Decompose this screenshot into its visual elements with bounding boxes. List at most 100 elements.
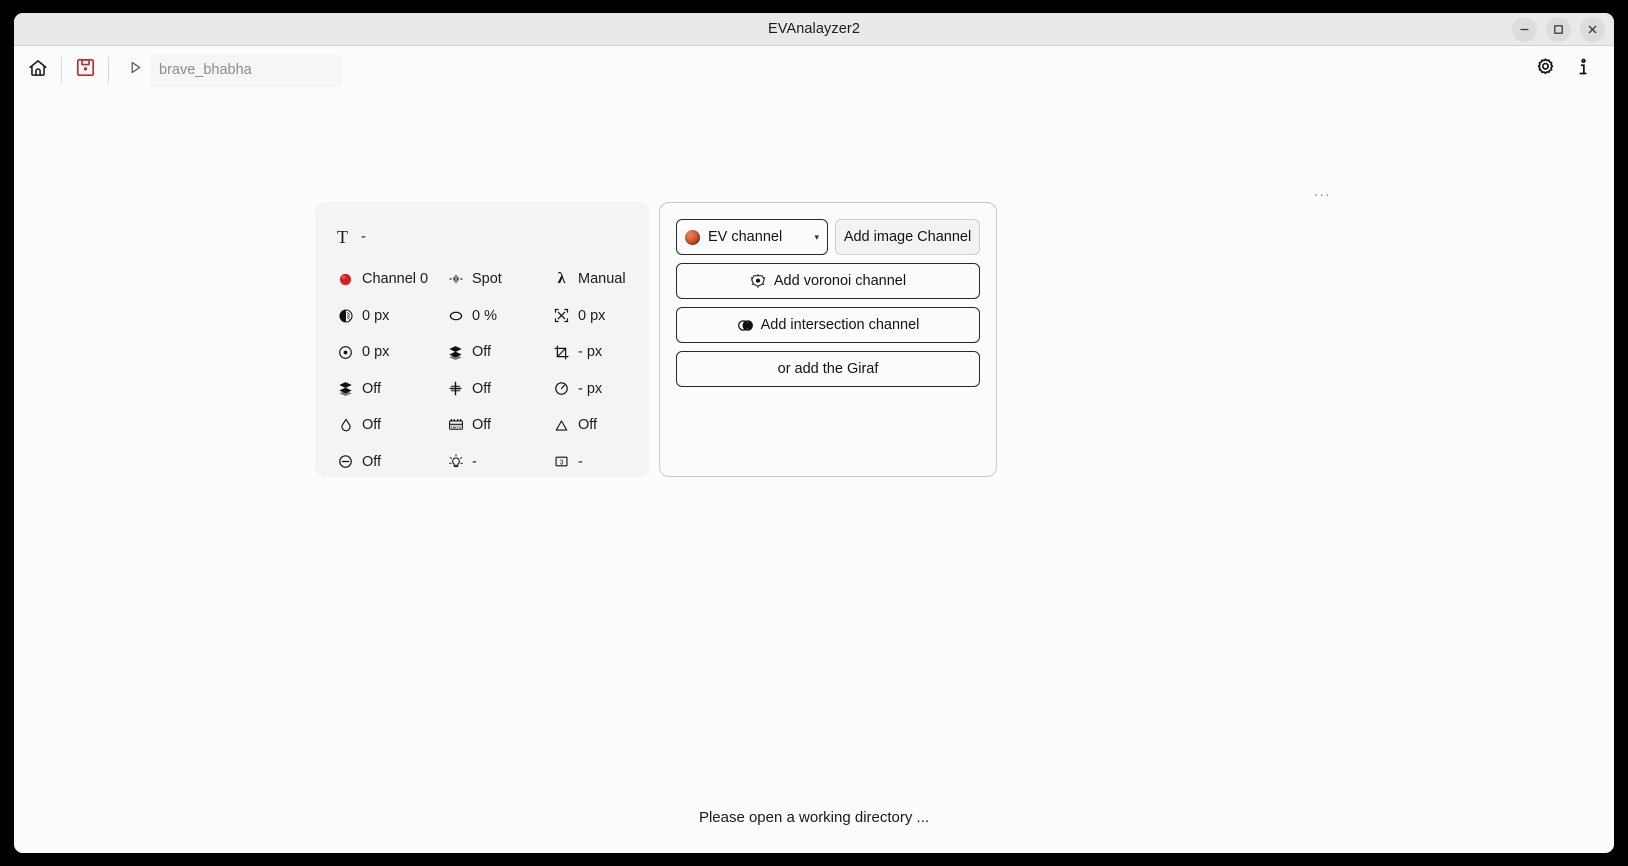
info-item-value: Off	[472, 344, 492, 361]
info-item-divide: Off	[447, 371, 553, 408]
add-giraf-button[interactable]: or add the Giraf	[676, 351, 980, 387]
info-item-ellipse: 0 %	[447, 298, 553, 335]
info-item-value: Channel 0	[362, 271, 429, 288]
info-icon	[1573, 57, 1594, 83]
add-intersection-channel-button[interactable]: Add intersection channel	[676, 307, 980, 343]
add-voronoi-channel-button[interactable]: Add voronoi channel	[676, 263, 980, 299]
info-item-crop: - px	[553, 334, 627, 371]
ellipse-icon	[447, 307, 464, 324]
info-item-spot: Spot	[447, 261, 553, 298]
triangle-icon	[553, 417, 570, 434]
info-item-stack-2: Off	[337, 371, 447, 408]
add-intersection-channel-label: Add intersection channel	[760, 317, 920, 333]
window-controls	[1512, 13, 1605, 46]
info-item-value: - px	[578, 380, 603, 397]
info-item-value: Off	[362, 380, 382, 397]
info-item-triangle: Off	[553, 407, 627, 444]
red-circle-icon	[337, 271, 354, 288]
toolbar-left-group: brave_bhabha	[20, 52, 342, 88]
info-item-droplet: Off	[337, 407, 447, 444]
half-filled-circle-icon	[337, 307, 354, 324]
droplet-icon	[337, 417, 354, 434]
svg-text:3: 3	[560, 460, 564, 467]
info-item-half-circle: 0 px	[337, 298, 447, 335]
info-item-number-box: 3 -	[553, 444, 627, 481]
info-item-value: -	[578, 453, 583, 470]
stack-layers-icon	[447, 344, 464, 361]
info-item-value: 0 %	[472, 307, 497, 324]
info-item-value: Spot	[472, 271, 502, 288]
lambda-icon: λ	[557, 270, 566, 288]
resize-corners-icon	[553, 307, 570, 324]
info-panel-title-value: -	[361, 229, 366, 245]
divide-icon	[447, 380, 464, 397]
info-item-threshold-mode: λ Manual	[553, 261, 627, 298]
number-box-icon: 3	[553, 453, 570, 470]
minus-circle-icon	[337, 453, 354, 470]
add-voronoi-channel-label: Add voronoi channel	[773, 273, 907, 289]
channel-type-row: EV channel ▾ Add image Channel	[676, 219, 980, 255]
info-item-target: 0 px	[337, 334, 447, 371]
info-item-value: -	[472, 453, 477, 470]
info-item-keyboard: Off	[447, 407, 553, 444]
intersection-icon	[737, 317, 754, 334]
channel-type-select[interactable]: EV channel ▾	[676, 219, 828, 255]
info-item-value: Off	[578, 417, 598, 434]
keyboard-icon	[447, 417, 464, 434]
window-title: EVAnalayzer2	[767, 21, 860, 37]
lightbulb-icon	[447, 453, 464, 470]
info-panel-title-row: T -	[337, 224, 627, 250]
info-item-value: 0 px	[362, 307, 390, 324]
gear-icon	[1535, 57, 1556, 83]
info-item-minus-circle: Off	[337, 444, 447, 481]
minimize-button[interactable]	[1512, 17, 1537, 42]
target-dot-icon	[337, 344, 354, 361]
info-panel-grid: Channel 0 Spot λ Manual 0 px 0 % 0 px 0 …	[337, 261, 627, 480]
home-button[interactable]	[20, 52, 56, 88]
main-toolbar: brave_bhabha	[14, 46, 1614, 94]
info-item-value: - px	[578, 344, 603, 361]
save-disk-icon	[75, 57, 96, 83]
add-image-channel-button[interactable]: Add image Channel	[835, 219, 980, 255]
main-content-area: ... T - Channel 0 Spot λ Manual 0 px 0 %…	[14, 94, 1614, 853]
session-name-text: brave_bhabha	[159, 62, 252, 78]
channel-info-panel: T - Channel 0 Spot λ Manual 0 px 0 % 0 p…	[315, 202, 649, 477]
info-item-channel: Channel 0	[337, 261, 447, 298]
toolbar-right-group	[1532, 57, 1600, 83]
home-icon	[27, 57, 49, 84]
info-item-value: Manual	[578, 271, 626, 288]
info-item-value: Off	[472, 417, 492, 434]
info-item-value: Off	[362, 453, 382, 470]
settings-button[interactable]	[1532, 57, 1558, 83]
info-item-value: Off	[472, 380, 492, 397]
text-T-icon: T	[337, 227, 348, 247]
status-message: Please open a working directory ...	[698, 809, 930, 826]
stack-layers-icon	[337, 380, 354, 397]
spot-icon	[447, 271, 464, 288]
session-name-input[interactable]: brave_bhabha	[150, 53, 342, 87]
info-item-value: 0 px	[362, 344, 390, 361]
info-item-resize: 0 px	[553, 298, 627, 335]
toolbar-divider-1	[61, 57, 62, 83]
info-item-value: Off	[362, 417, 382, 434]
voronoi-icon	[750, 273, 767, 290]
info-item-lightbulb: -	[447, 444, 553, 481]
overflow-menu-button[interactable]: ...	[1314, 184, 1331, 199]
close-button[interactable]	[1580, 17, 1605, 42]
toolbar-divider-2	[108, 57, 109, 83]
crop-icon	[553, 344, 570, 361]
application-window: EVAnalayzer2 brave_bhabha ... T - Channe…	[14, 13, 1614, 853]
ev-sphere-icon	[685, 229, 700, 245]
add-channel-panel: EV channel ▾ Add image Channel Add voron…	[659, 202, 997, 477]
maximize-button[interactable]	[1546, 17, 1571, 42]
gauge-circle-icon	[553, 380, 570, 397]
play-icon	[128, 60, 143, 80]
info-button[interactable]	[1570, 57, 1596, 83]
info-item-value: 0 px	[578, 307, 606, 324]
channel-type-value: EV channel	[708, 229, 783, 245]
info-item-stack-1: Off	[447, 334, 553, 371]
run-button[interactable]	[120, 55, 150, 85]
save-button[interactable]	[67, 52, 103, 88]
chevron-down-icon: ▾	[814, 231, 819, 242]
title-bar: EVAnalayzer2	[14, 13, 1614, 46]
